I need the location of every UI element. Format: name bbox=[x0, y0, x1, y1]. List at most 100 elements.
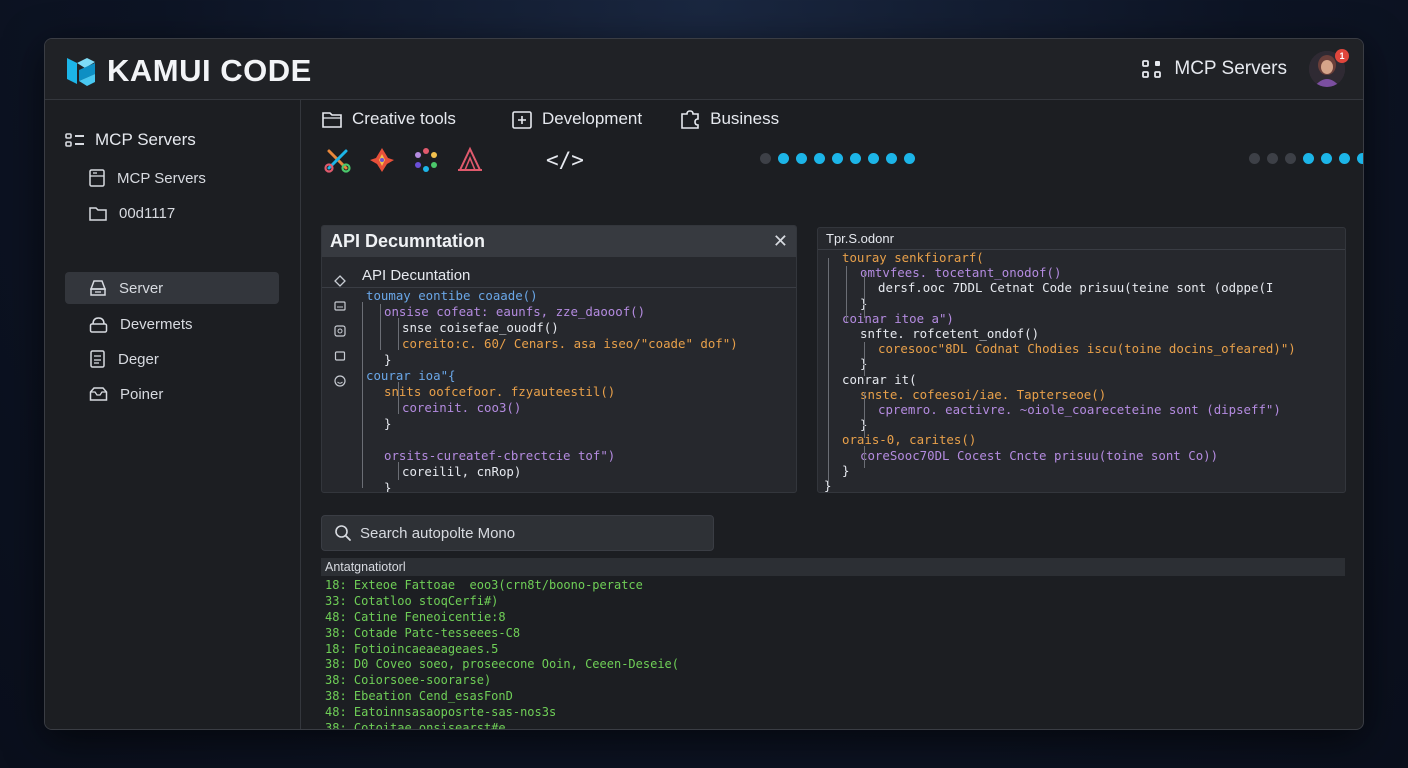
flame-multicolor-icon[interactable] bbox=[368, 146, 396, 174]
terminal-line: 38: D0 Coveo soeo, proseecone Ooin, Ceee… bbox=[325, 657, 680, 672]
sidebar-item-devermets[interactable]: Devermets bbox=[65, 308, 279, 340]
progress-dot-active[interactable] bbox=[796, 153, 807, 164]
indent-guide bbox=[362, 302, 363, 488]
user-avatar-button[interactable]: 1 bbox=[1309, 49, 1349, 87]
image-icon[interactable] bbox=[332, 293, 348, 318]
tab-creative-tools[interactable]: Creative tools bbox=[322, 109, 456, 129]
sidebar-heading[interactable]: MCP Servers bbox=[65, 130, 196, 150]
tab-business[interactable]: Business bbox=[680, 109, 779, 129]
progress-dot-active[interactable] bbox=[1339, 153, 1350, 164]
source-code-panel: Tpr.S.odonr touray senkfiorarf(omtvfees.… bbox=[817, 227, 1346, 493]
diamond-icon[interactable] bbox=[332, 268, 348, 293]
servers-grid-icon bbox=[1142, 60, 1162, 78]
ring-multicolor-icon[interactable] bbox=[412, 146, 440, 174]
progress-dot-active[interactable] bbox=[850, 153, 861, 164]
indent-guide bbox=[398, 462, 399, 480]
ship-outline-icon[interactable] bbox=[456, 146, 484, 174]
indent-guide bbox=[828, 258, 829, 484]
progress-dot[interactable] bbox=[760, 153, 771, 164]
inbox-icon bbox=[89, 387, 108, 401]
progress-dot-active[interactable] bbox=[886, 153, 897, 164]
code-line: coreinit. coo3() bbox=[402, 400, 522, 415]
code-editor[interactable]: toumay eontibe coaade() onsise cofeat: ea… bbox=[358, 288, 794, 492]
terminal-output[interactable]: 18: Exteoe Fattoae eoo3(crn8t/boono-pera… bbox=[325, 578, 1325, 729]
panel-toolbar bbox=[332, 268, 348, 393]
progress-dot[interactable] bbox=[1249, 153, 1260, 164]
app-logo[interactable]: KAMUI CODE bbox=[65, 53, 312, 89]
progress-dot[interactable] bbox=[1267, 153, 1278, 164]
settings-icon[interactable] bbox=[332, 318, 348, 343]
smiley-icon[interactable] bbox=[332, 368, 348, 393]
indent-guide bbox=[864, 446, 865, 468]
servers-grid-icon bbox=[65, 133, 84, 147]
sidebar-item-poiner[interactable]: Poiner bbox=[65, 378, 279, 410]
progress-dot-active[interactable] bbox=[832, 153, 843, 164]
sidebar-item-folder[interactable]: 00d1117 bbox=[65, 197, 279, 229]
sidebar-item-deger[interactable]: Deger bbox=[65, 343, 279, 375]
cloud-box-icon bbox=[89, 316, 108, 333]
code-line: coresooc"8DL Codnat Chodies iscu(toine d… bbox=[878, 341, 1296, 357]
terminal-line: 48: Catine Feneoicentie:8 bbox=[325, 609, 506, 624]
sidebar-item-label: Server bbox=[119, 279, 164, 297]
search-bar[interactable] bbox=[321, 515, 714, 551]
code-editor[interactable]: touray senkfiorarf(omtvfees. tocetant_on… bbox=[822, 250, 1342, 492]
progress-dots-right bbox=[1249, 153, 1363, 164]
progress-dot-active[interactable] bbox=[778, 153, 789, 164]
close-icon[interactable]: ✕ bbox=[773, 231, 788, 252]
api-documentation-panel: API Decumntation ✕ API Decuntation touma… bbox=[321, 225, 797, 493]
terminal-line: 33: Cotatloo stoqCerfi#) bbox=[325, 593, 499, 608]
sidebar-item-mcp-servers[interactable]: MCP Servers bbox=[65, 162, 279, 194]
sidebar: MCP Servers MCP Servers 00d1117 Server D… bbox=[45, 100, 301, 729]
tab-development[interactable]: Development bbox=[512, 109, 642, 129]
progress-dot-active[interactable] bbox=[814, 153, 825, 164]
terminal-line: 18: Exteoe Fattoae eoo3(crn8t/boono-pera… bbox=[325, 578, 643, 592]
top-bar: KAMUI CODE MCP Servers 1 bbox=[45, 39, 1363, 100]
indent-guide bbox=[864, 392, 865, 438]
code-brackets-icon[interactable]: </> bbox=[546, 146, 584, 174]
terminal-line: 18: Fotioincaeaeageaes.5 bbox=[325, 641, 499, 656]
panel-title-bar: API Decumntation ✕ bbox=[322, 226, 796, 257]
indent-guide bbox=[846, 266, 847, 322]
progress-dot-active[interactable] bbox=[904, 153, 915, 164]
mcp-servers-menu[interactable]: MCP Servers bbox=[1142, 58, 1287, 80]
progress-dot-active[interactable] bbox=[1321, 153, 1332, 164]
progress-dot[interactable] bbox=[1285, 153, 1296, 164]
kamui-logo-icon bbox=[67, 58, 95, 86]
code-line: courar ioa"{ bbox=[366, 368, 456, 383]
code-line: snse coisefae_ouodf() bbox=[402, 320, 559, 335]
tab-label: Business bbox=[710, 109, 780, 128]
tool-icons-row: </> bbox=[324, 145, 600, 175]
code-line: coreSooc70DL Cocest Cncte prisuu(toine s… bbox=[860, 447, 1219, 463]
code-line: orsits-cureatef-cbrectcie tof") bbox=[384, 448, 616, 463]
progress-dot-active[interactable] bbox=[868, 153, 879, 164]
indent-guide bbox=[864, 342, 865, 376]
scissors-multicolor-icon[interactable] bbox=[324, 146, 352, 174]
folder-icon bbox=[89, 206, 107, 221]
mcp-servers-label: MCP Servers bbox=[1174, 58, 1287, 79]
terminal-header: Antatgnatiotorl bbox=[321, 558, 1345, 576]
sidebar-item-label: Deger bbox=[118, 350, 159, 368]
terminal-line: 38: Ebeation Cend_esasFonD bbox=[325, 689, 513, 704]
square-icon[interactable] bbox=[332, 343, 348, 368]
category-tabs: Creative tools Development Business bbox=[322, 108, 817, 130]
puzzle-icon bbox=[681, 109, 699, 129]
code-line: orais-0, carites() bbox=[842, 432, 977, 448]
code-line: touray senkfiorarf( bbox=[842, 250, 984, 265]
code-line: } bbox=[384, 480, 392, 493]
code-line: toumay eontibe coaade() bbox=[366, 288, 538, 303]
terminal-line: 48: Eatoinnsasaoposrte-sas-nos3s bbox=[325, 705, 557, 720]
code-line: coreilil, cnRop) bbox=[402, 464, 522, 479]
search-input[interactable] bbox=[360, 524, 700, 542]
code-line: } bbox=[384, 352, 392, 367]
notification-badge: 1 bbox=[1335, 49, 1349, 63]
code-line: snits oofcefoor. fzyauteestil() bbox=[384, 384, 616, 399]
app-window: KAMUI CODE MCP Servers 1 MCP Servers MCP… bbox=[44, 38, 1364, 730]
code-line: dersf.ooc 7DDL Cetnat Code prisuu(teine … bbox=[878, 280, 1274, 296]
tab-label: Development bbox=[541, 109, 643, 128]
code-line: snfte. rofcetent_ondof() bbox=[860, 326, 1040, 341]
progress-dot-active[interactable] bbox=[1357, 153, 1363, 164]
app-title: KAMUI CODE bbox=[107, 53, 312, 88]
indent-guide bbox=[398, 382, 399, 414]
sidebar-item-server[interactable]: Server bbox=[65, 272, 279, 304]
progress-dot-active[interactable] bbox=[1303, 153, 1314, 164]
